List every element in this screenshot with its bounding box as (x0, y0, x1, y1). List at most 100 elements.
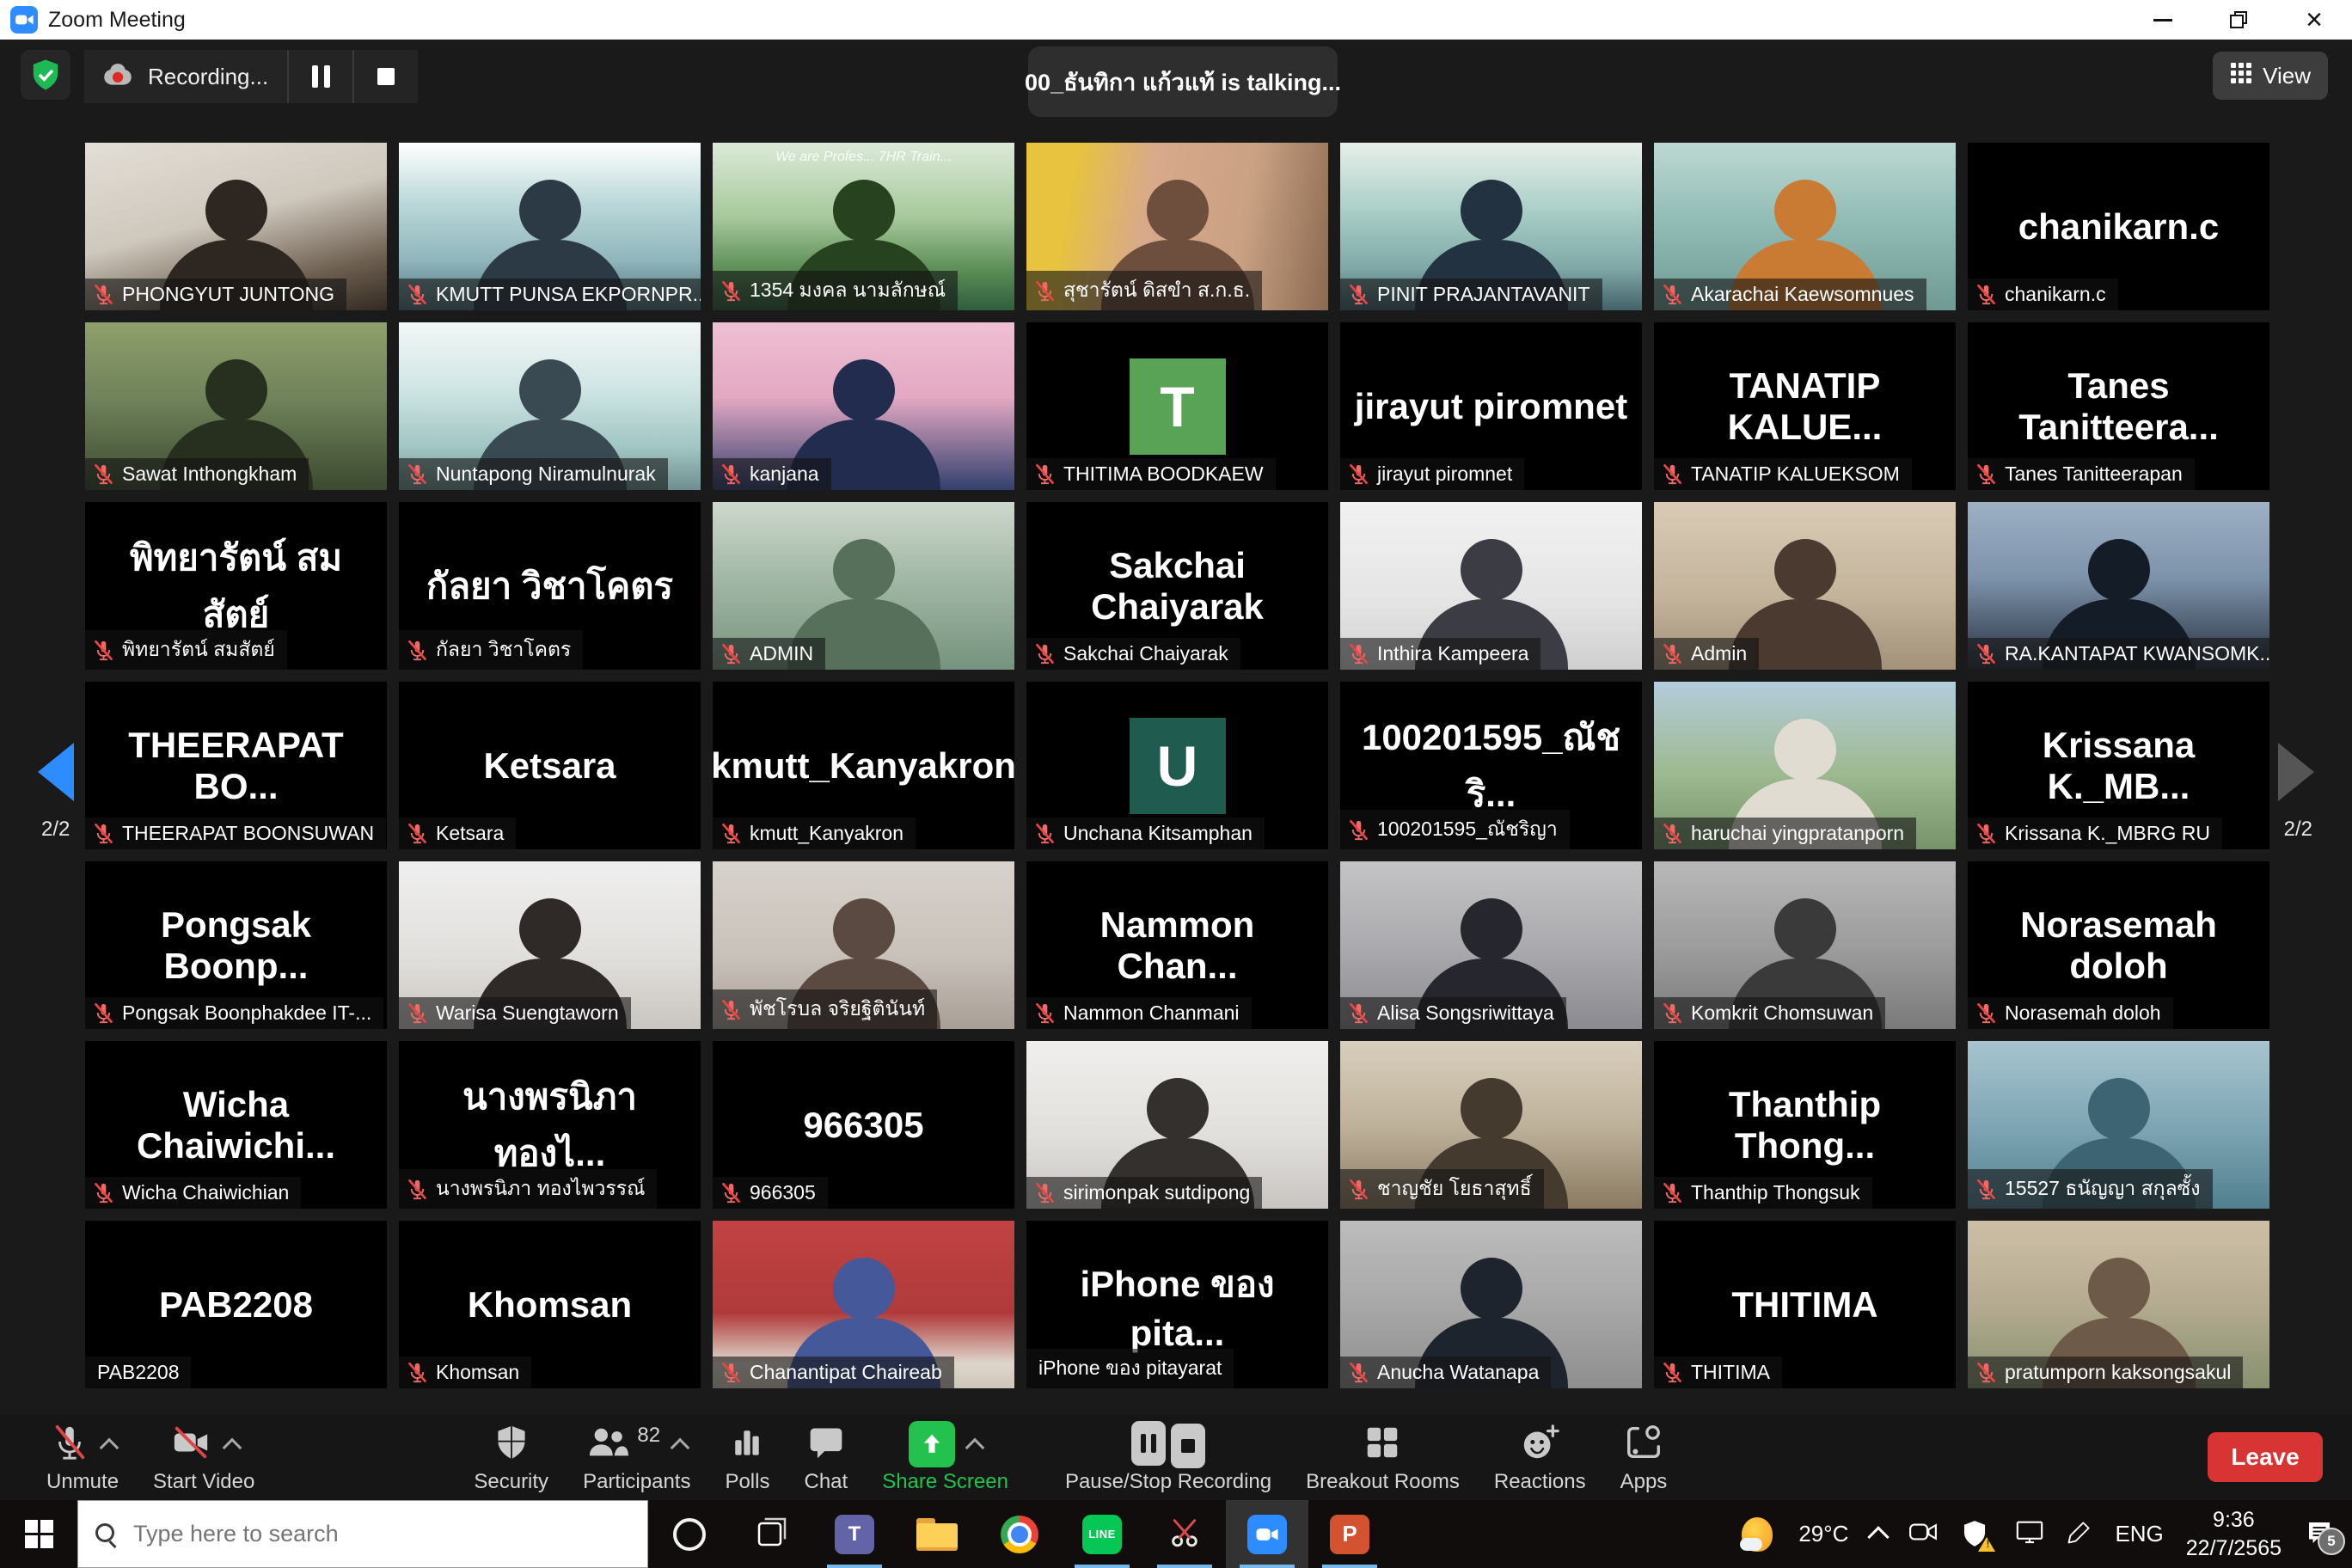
participant-tile[interactable]: jirayut piromnet jirayut piromnet (1340, 322, 1642, 490)
participant-tile[interactable]: Warisa Suengtaworn (399, 861, 701, 1029)
participant-tile[interactable]: Sakchai Chaiyarak Sakchai Chaiyarak (1026, 502, 1328, 670)
stop-recording-button[interactable] (352, 50, 418, 103)
participant-tile[interactable]: iPhone ของ pita... iPhone ของ pitayarat (1026, 1221, 1328, 1388)
participant-tile[interactable]: Tanes Tanitteera... Tanes Tanitteerapan (1968, 322, 2269, 490)
taskbar-app-chrome[interactable] (978, 1500, 1061, 1568)
participant-tile[interactable]: KMUTT PUNSA EKPORNPR... (399, 143, 701, 310)
participant-tile[interactable]: Akarachai Kaewsomnues (1654, 143, 1956, 310)
participant-tile[interactable]: Sawat Inthongkham (85, 322, 387, 490)
participant-tile[interactable]: RA.KANTAPAT KWANSOMK... (1968, 502, 2269, 670)
participant-tile[interactable]: THITIMA THITIMA (1654, 1221, 1956, 1388)
participant-tile[interactable]: พัชโรบล จริยฐิตินันท์ (713, 861, 1014, 1029)
pause-recording-button[interactable] (287, 50, 352, 103)
taskbar-search[interactable] (77, 1500, 648, 1568)
participants-button[interactable]: 82 Participants (583, 1420, 690, 1494)
taskbar-app-explorer[interactable] (896, 1500, 978, 1568)
participant-tile[interactable]: Alisa Songsriwittaya (1340, 861, 1642, 1029)
participant-tile[interactable]: PINIT PRAJANTAVANIT (1340, 143, 1642, 310)
next-page-arrow[interactable] (2278, 743, 2314, 801)
chevron-up-icon[interactable] (99, 1438, 119, 1458)
defender-shield-icon[interactable]: ! (1960, 1519, 1993, 1550)
previous-page-arrow[interactable] (38, 743, 74, 801)
taskbar-app-line[interactable]: LINE (1061, 1500, 1143, 1568)
participant-name-badge: Inthira Kampeera (1340, 638, 1540, 670)
participant-tile[interactable]: sirimonpak sutdipong (1026, 1041, 1328, 1209)
search-input[interactable] (132, 1520, 582, 1548)
participant-tile[interactable]: kanjana (713, 322, 1014, 490)
participant-tile[interactable]: PHONGYUT JUNTONG (85, 143, 387, 310)
participant-tile[interactable]: พิทยารัตน์ สมสัตย์ พิทยารัตน์ สมสัตย์ (85, 502, 387, 670)
chevron-up-icon[interactable] (222, 1438, 242, 1458)
taskbar-clock[interactable]: 9:36 22/7/2565 (2186, 1506, 2282, 1562)
taskbar-app-powerpoint[interactable]: P (1308, 1500, 1391, 1568)
participant-tile[interactable]: Chanantipat Chaireab (713, 1221, 1014, 1388)
participant-tile[interactable]: PAB2208 PAB2208 (85, 1221, 387, 1388)
participant-tile[interactable]: Inthira Kampeera (1340, 502, 1642, 670)
pause-stop-recording-button[interactable]: Pause/Stop Recording (1065, 1420, 1271, 1494)
camera-in-use-icon[interactable] (1908, 1519, 1938, 1549)
participant-tile[interactable]: T THITIMA BOODKAEW (1026, 322, 1328, 490)
participant-tile[interactable]: 100201595_ณัชริ... 100201595_ณัชริญา (1340, 682, 1642, 849)
polls-button[interactable]: Polls (725, 1420, 769, 1494)
meeting-info-shield-icon[interactable] (21, 50, 70, 100)
participant-tile[interactable]: chanikarn.c chanikarn.c (1968, 143, 2269, 310)
participant-tile[interactable]: TANATIP KALUE... TANATIP KALUEKSOM (1654, 322, 1956, 490)
leave-button[interactable]: Leave (2208, 1432, 2323, 1482)
participant-tile[interactable]: Ketsara Ketsara (399, 682, 701, 849)
taskbar-app-zoom[interactable] (1226, 1500, 1308, 1568)
minimize-button[interactable] (2125, 0, 2201, 40)
participant-tile[interactable]: 966305 966305 (713, 1041, 1014, 1209)
participant-tile[interactable]: ADMIN (713, 502, 1014, 670)
maximize-button[interactable] (2201, 0, 2276, 40)
participant-tile[interactable]: kmutt_Kanyakron kmutt_Kanyakron (713, 682, 1014, 849)
taskbar-app-snip[interactable] (1143, 1500, 1226, 1568)
participant-tile[interactable]: นางพรนิภา ทองไ... นางพรนิภา ทองไพวรรณ์ (399, 1041, 701, 1209)
taskbar-app-task-view[interactable] (731, 1500, 813, 1568)
participant-tile[interactable]: Wicha Chaiwichi... Wicha Chaiwichian (85, 1041, 387, 1209)
participant-tile[interactable]: สุชารัตน์ ดิสขำ ส.ก.ธ. (1026, 143, 1328, 310)
weather-temperature[interactable]: 29°C (1798, 1521, 1848, 1547)
share-screen-button[interactable]: Share Screen (882, 1420, 1008, 1494)
reactions-button[interactable]: Reactions (1494, 1420, 1586, 1494)
chevron-up-icon[interactable] (671, 1438, 690, 1458)
start-video-button[interactable]: Start Video (153, 1420, 254, 1494)
participant-tile[interactable]: Krissana K._MB... Krissana K._MBRG RU (1968, 682, 2269, 849)
participant-tile[interactable]: haruchai yingpratanporn (1654, 682, 1956, 849)
participant-tile[interactable]: Komkrit Chomsuwan (1654, 861, 1956, 1029)
mic-muted-icon (1661, 1001, 1684, 1025)
participant-tile[interactable]: Nammon Chan... Nammon Chanmani (1026, 861, 1328, 1029)
taskbar-app-teams[interactable]: T (813, 1500, 896, 1568)
participant-tile[interactable]: 15527 ธนัญญา สกุลซั้ง (1968, 1041, 2269, 1209)
participant-tile[interactable]: Thanthip Thong... Thanthip Thongsuk (1654, 1041, 1956, 1209)
participant-tile[interactable]: pratumporn kaksongsakul (1968, 1221, 2269, 1388)
participant-tile[interactable]: Khomsan Khomsan (399, 1221, 701, 1388)
participant-tile[interactable]: We are Profes... 7HR Train... 1354 มงคล … (713, 143, 1014, 310)
participant-tile[interactable]: Anucha Watanapa (1340, 1221, 1642, 1388)
weather-icon[interactable] (1738, 1516, 1776, 1553)
start-button[interactable] (0, 1500, 77, 1568)
participant-tile[interactable]: U Unchana Kitsamphan (1026, 682, 1328, 849)
unmute-button[interactable]: Unmute (46, 1420, 119, 1494)
security-button[interactable]: Security (474, 1420, 548, 1494)
apps-button[interactable]: Apps (1620, 1420, 1668, 1494)
participant-tile[interactable]: Norasemah doloh Norasemah doloh (1968, 861, 2269, 1029)
view-button[interactable]: View (2213, 52, 2328, 100)
breakout-rooms-button[interactable]: Breakout Rooms (1306, 1420, 1460, 1494)
participant-tile[interactable]: THEERAPAT BO... THEERAPAT BOONSUWAN (85, 682, 387, 849)
network-display-icon[interactable] (2015, 1519, 2044, 1549)
chevron-up-icon[interactable] (965, 1438, 985, 1458)
taskbar-app-cortana[interactable] (648, 1500, 731, 1568)
participant-tile[interactable]: Nuntapong Niramulnurak (399, 322, 701, 490)
participant-name-badge: ชาญชัย โยธาสุทธิ์ (1340, 1169, 1544, 1209)
participant-name-badge: Khomsan (399, 1357, 531, 1388)
notifications-icon[interactable]: 5 (2304, 1517, 2338, 1552)
participant-tile[interactable]: Admin (1654, 502, 1956, 670)
language-indicator[interactable]: ENG (2115, 1521, 2163, 1547)
participant-tile[interactable]: ชาญชัย โยธาสุทธิ์ (1340, 1041, 1642, 1209)
participant-tile[interactable]: กัลยา วิชาโคตร กัลยา วิชาโคตร (399, 502, 701, 670)
close-button[interactable]: × (2276, 0, 2352, 40)
tray-chevron-up-icon[interactable] (1868, 1526, 1890, 1547)
participant-tile[interactable]: Pongsak Boonp... Pongsak Boonphakdee IT-… (85, 861, 387, 1029)
chat-button[interactable]: Chat (804, 1420, 848, 1494)
pen-icon[interactable] (2067, 1519, 2092, 1549)
